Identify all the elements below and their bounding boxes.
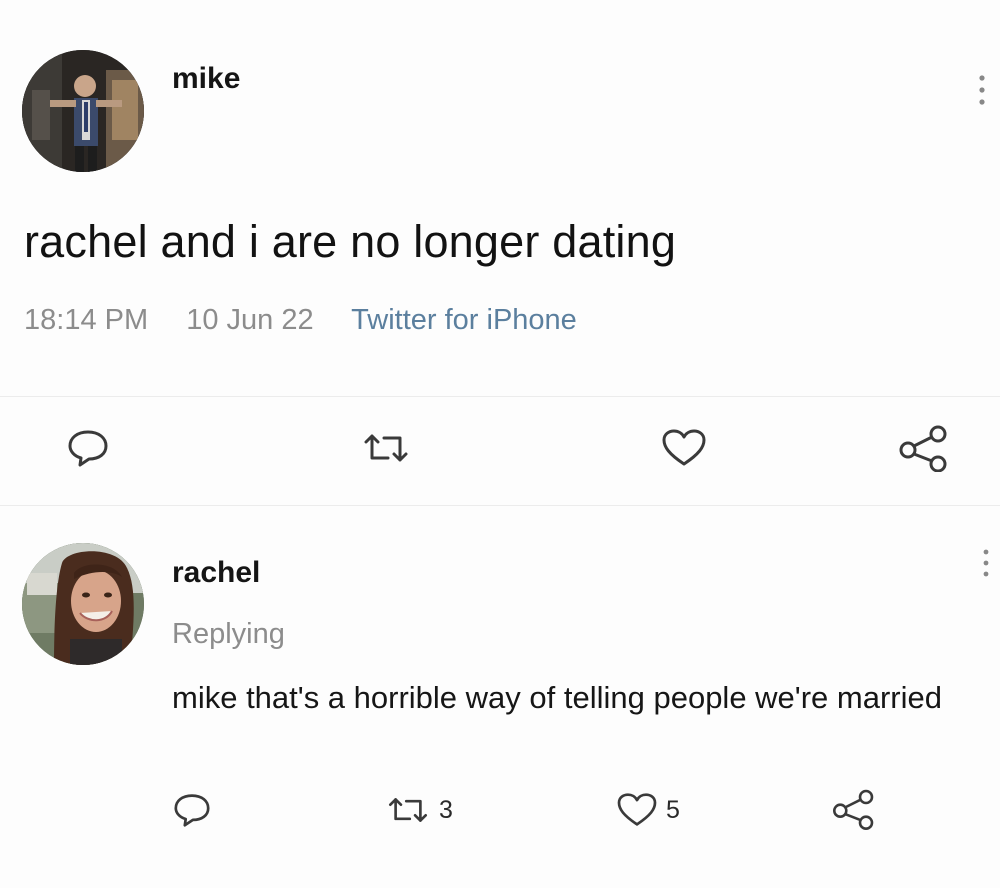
reply-share-button[interactable] bbox=[830, 788, 878, 830]
main-tweet-time: 18:14 PM bbox=[24, 304, 149, 336]
reply-text: mike that's a horrible way of telling pe… bbox=[172, 680, 942, 715]
main-share-button[interactable] bbox=[896, 424, 952, 472]
main-tweet-author-name[interactable]: mike bbox=[172, 62, 240, 96]
main-tweet-more-icon[interactable] bbox=[972, 70, 992, 110]
main-tweet-source-link[interactable]: Twitter for iPhone bbox=[351, 304, 577, 336]
reply-author-name[interactable]: rachel bbox=[172, 556, 260, 590]
speech-bubble-icon bbox=[174, 794, 210, 827]
like-count: 5 bbox=[666, 795, 680, 824]
share-icon bbox=[899, 425, 947, 472]
reply-reply-button[interactable] bbox=[172, 792, 212, 828]
main-tweet-date: 10 Jun 22 bbox=[186, 304, 314, 336]
speech-bubble-icon bbox=[68, 430, 108, 467]
replying-label: Replying bbox=[172, 618, 285, 650]
heart-icon bbox=[617, 793, 657, 826]
share-icon bbox=[833, 789, 874, 830]
retweet-icon bbox=[364, 434, 408, 462]
retweet-icon bbox=[388, 798, 428, 822]
main-tweet-avatar[interactable] bbox=[22, 50, 144, 172]
main-reply-button[interactable] bbox=[66, 428, 110, 468]
reply-like-button[interactable]: 5 bbox=[616, 792, 680, 828]
main-tweet-text: rachel and i are no longer dating bbox=[24, 216, 677, 267]
divider bbox=[0, 505, 1000, 506]
main-like-button[interactable] bbox=[661, 428, 707, 468]
reply-avatar[interactable] bbox=[22, 543, 144, 665]
heart-icon bbox=[662, 429, 706, 466]
main-tweet-meta: 18:14 PM 10 Jun 22 Twitter for iPhone bbox=[24, 304, 577, 337]
retweet-count: 3 bbox=[439, 795, 453, 824]
main-retweet-button[interactable] bbox=[360, 428, 412, 468]
reply-retweet-button[interactable]: 3 bbox=[385, 792, 453, 828]
divider bbox=[0, 396, 1000, 397]
reply-more-icon[interactable] bbox=[976, 545, 996, 581]
